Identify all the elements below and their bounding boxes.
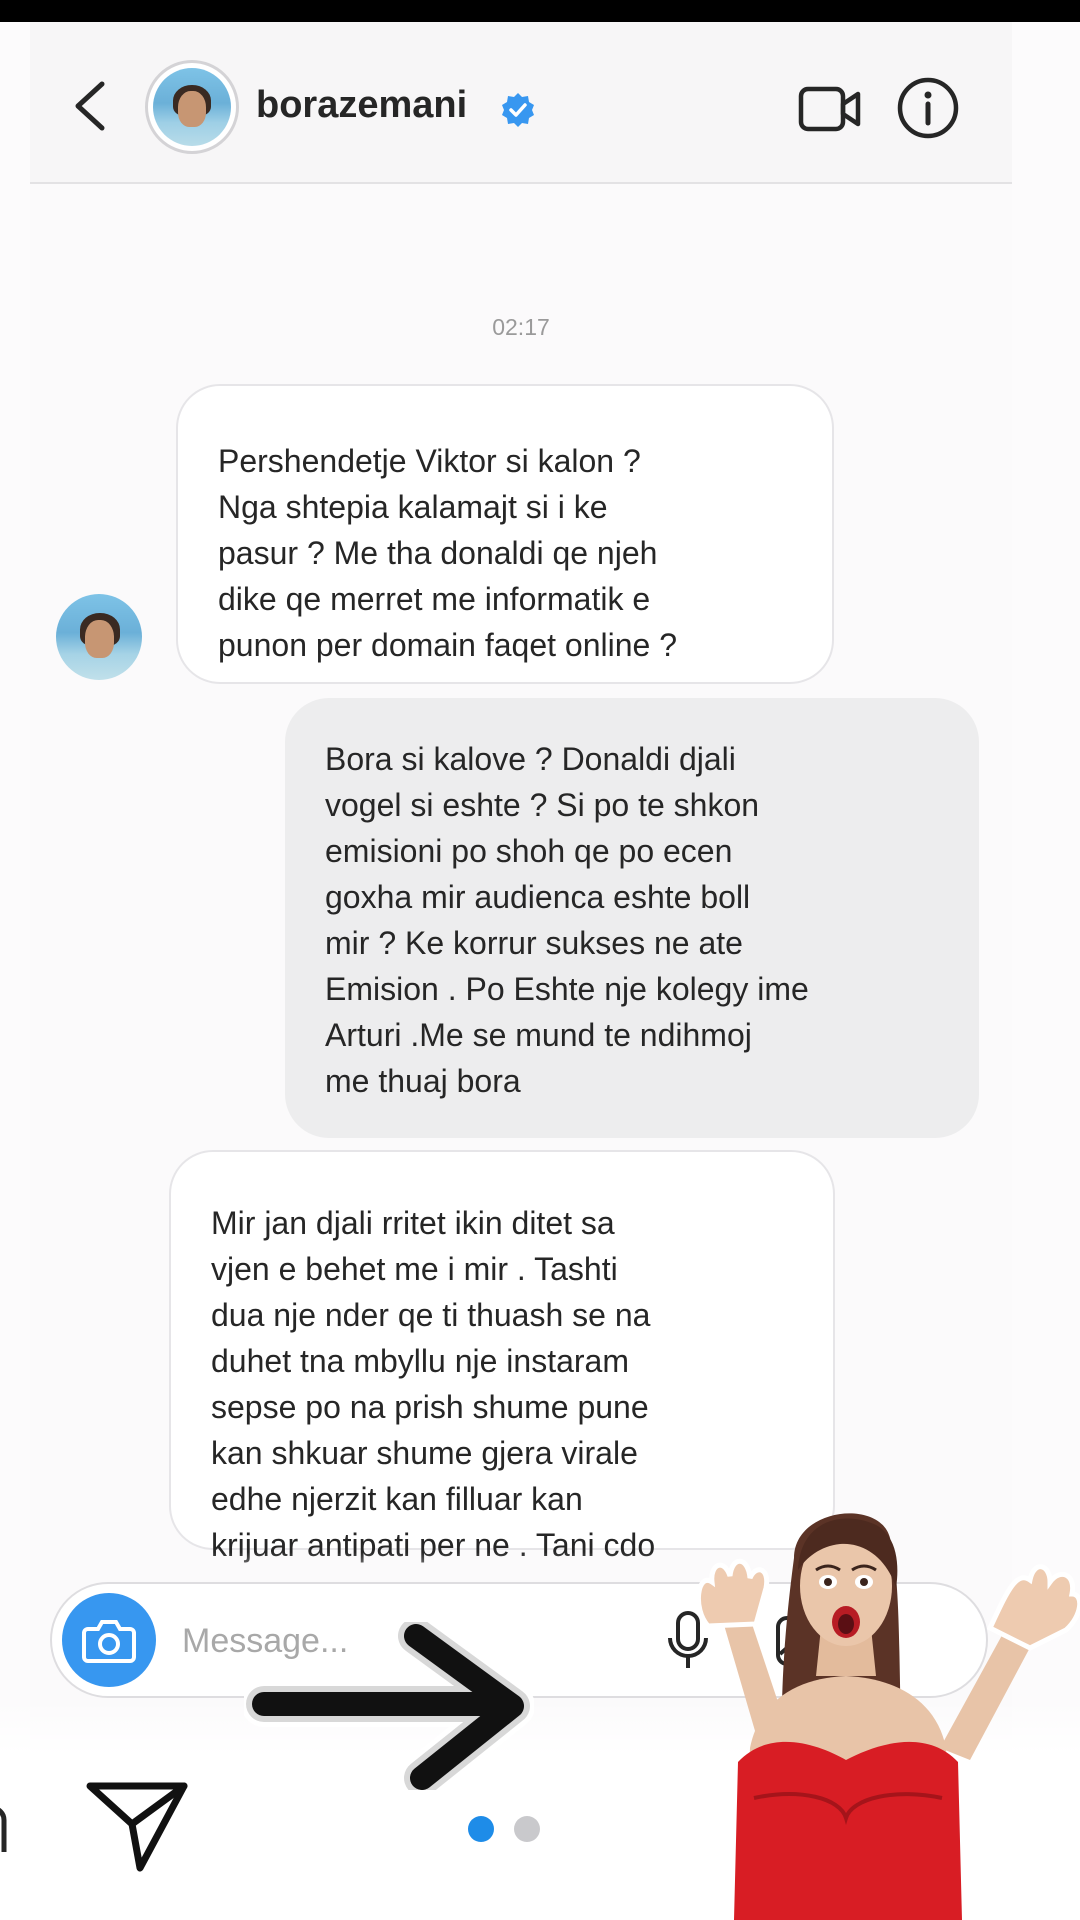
- page-dot-inactive: [514, 1816, 540, 1842]
- arrow-sticker: [244, 1622, 534, 1790]
- chat-username[interactable]: borazemani: [256, 84, 467, 127]
- info-icon[interactable]: [896, 76, 960, 140]
- avatar-image: [153, 68, 231, 146]
- verified-badge-icon: [502, 93, 534, 127]
- camera-icon: [82, 1620, 136, 1663]
- page-indicator: [468, 1816, 548, 1846]
- camera-button[interactable]: [62, 1593, 156, 1687]
- message-timestamp: 02:17: [492, 314, 550, 340]
- story-viewer: borazemani 02:17 Pershendetje Viktor si …: [0, 0, 1080, 1920]
- status-strip: [0, 0, 1080, 22]
- chevron-left-icon[interactable]: [68, 78, 114, 134]
- profile-avatar[interactable]: [145, 60, 239, 154]
- message-bubble-sent[interactable]: Bora si kalove ? Donaldi djali vogel si …: [285, 698, 979, 1138]
- partial-glyph: [0, 1807, 7, 1852]
- video-camera-icon[interactable]: [798, 84, 862, 134]
- surprised-woman-sticker: [695, 1513, 1080, 1920]
- message-bubble-received[interactable]: Pershendetje Viktor si kalon ? Nga shtep…: [176, 384, 834, 684]
- message-bubble-received[interactable]: Mir jan djali rritet ikin ditet sa vjen …: [169, 1150, 835, 1563]
- paper-plane-icon[interactable]: [86, 1778, 190, 1874]
- page-dot-active: [468, 1816, 494, 1842]
- chat-header: borazemani: [30, 22, 1012, 184]
- sender-avatar[interactable]: [56, 594, 142, 680]
